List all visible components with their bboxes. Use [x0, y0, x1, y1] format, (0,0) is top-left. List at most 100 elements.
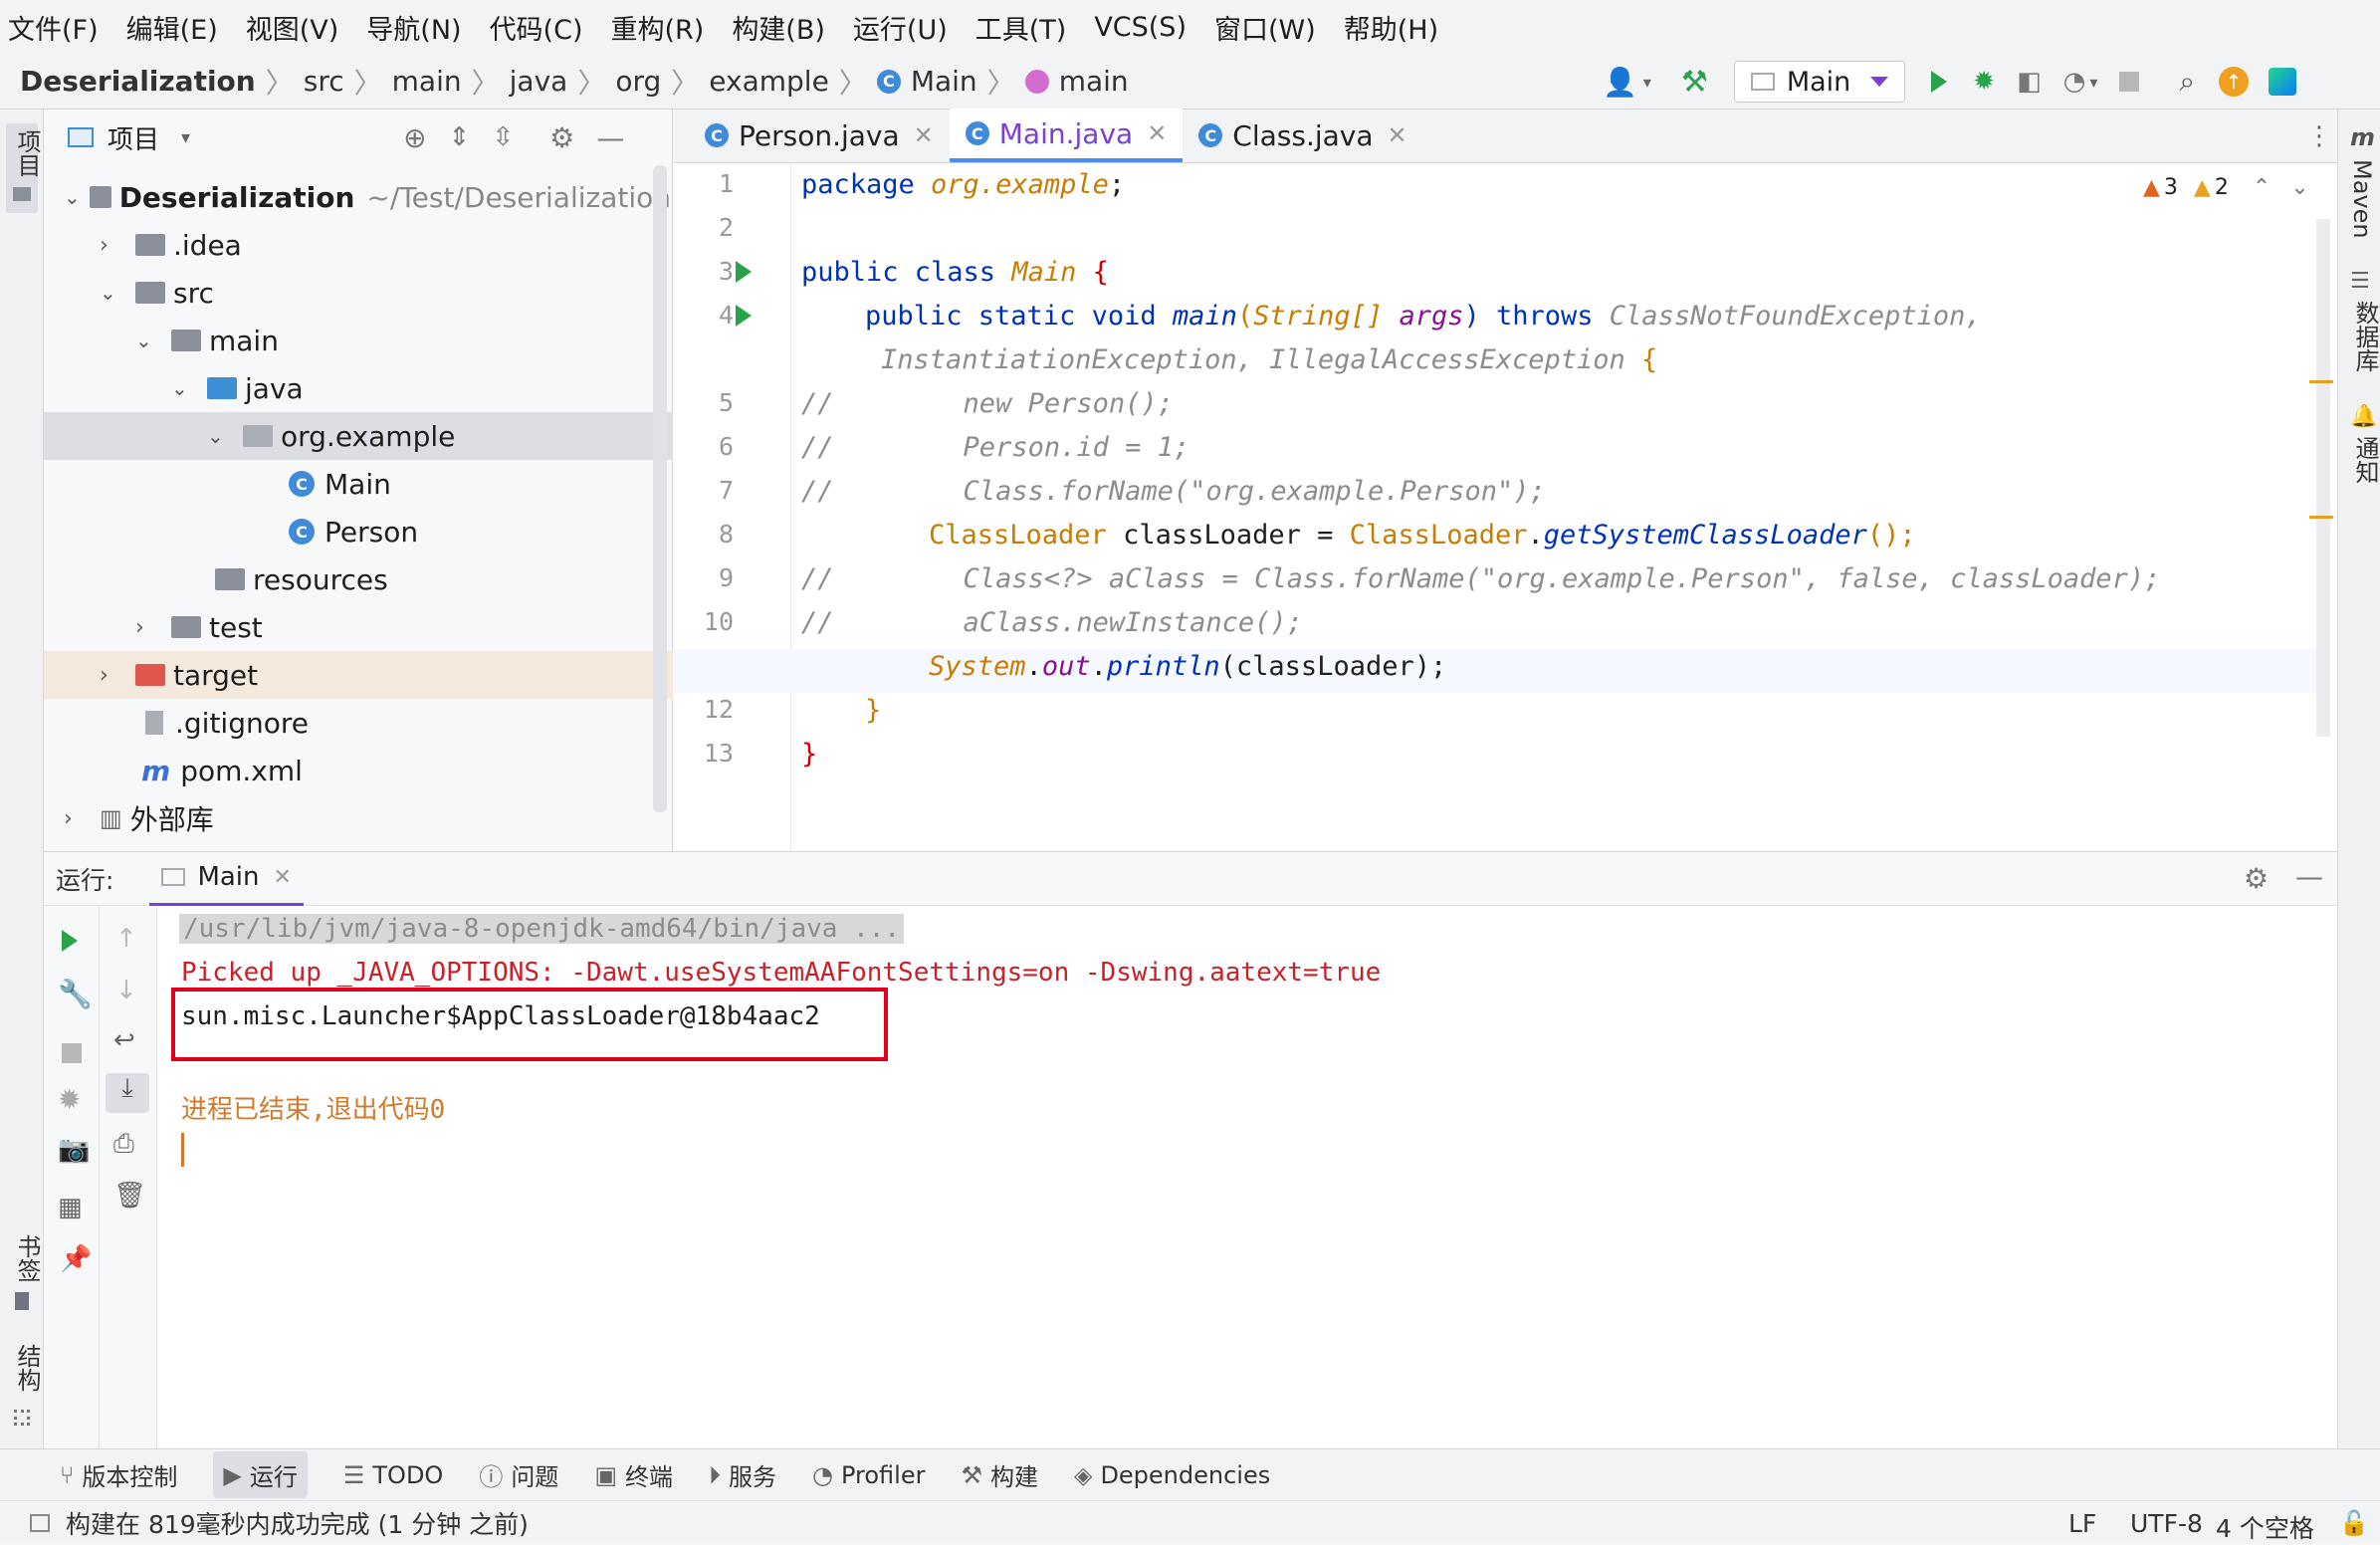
tab-terminal[interactable]: ▣ 终端: [594, 1457, 673, 1492]
tree-item-idea[interactable]: › .idea: [100, 221, 707, 269]
search-icon[interactable]: ⌕: [2179, 65, 2195, 99]
chevron-right-icon[interactable]: ›: [100, 233, 135, 258]
code-line-9[interactable]: // Class<?> aClass = Class.forName("org.…: [801, 563, 2160, 594]
tree-item-external-libs[interactable]: › ▥ 外部库: [64, 794, 671, 842]
close-icon[interactable]: ✕: [914, 121, 934, 149]
code-line-11[interactable]: System.out.println(classLoader);: [929, 651, 1446, 682]
project-tool-button[interactable]: 项目: [6, 123, 41, 213]
menu-edit[interactable]: 编辑(E): [126, 8, 218, 47]
debug-restart-icon[interactable]: ✹: [58, 1083, 81, 1116]
gear-icon[interactable]: ⚙: [549, 121, 574, 154]
tab-class-java[interactable]: C Class.java ✕: [1183, 109, 1422, 162]
run-icon[interactable]: [1931, 71, 1948, 93]
tree-item-target[interactable]: › target: [100, 651, 707, 699]
code-line-1[interactable]: package org.example;: [801, 169, 1125, 200]
code-line-5[interactable]: // new Person();: [801, 388, 1174, 419]
tab-todo[interactable]: ☰ TODO: [343, 1461, 443, 1489]
tab-dependencies[interactable]: ◈ Dependencies: [1074, 1461, 1270, 1489]
line-separator[interactable]: LF: [2068, 1509, 2096, 1538]
chevron-down-icon[interactable]: ▾: [181, 127, 190, 148]
coverage-icon[interactable]: ◧: [2017, 67, 2042, 97]
tree-item-src[interactable]: ⌄ src: [100, 269, 707, 317]
menu-build[interactable]: 构建(B): [732, 8, 825, 47]
chevron-down-icon[interactable]: ▾: [2089, 73, 2097, 92]
layout-icon[interactable]: ▦: [58, 1193, 83, 1222]
chevron-down-icon[interactable]: ⌄: [100, 281, 135, 305]
rerun-icon[interactable]: [62, 930, 78, 952]
chevron-down-icon[interactable]: ⌄: [135, 329, 171, 352]
chevron-right-icon[interactable]: ›: [64, 806, 100, 831]
menu-file[interactable]: 文件(F): [8, 8, 99, 47]
menu-code[interactable]: 代码(C): [490, 8, 583, 47]
run-gutter-icon[interactable]: [736, 305, 752, 327]
tab-version-control[interactable]: ⑂ 版本控制: [60, 1457, 177, 1492]
more-tabs-icon[interactable]: ⋮: [2306, 121, 2332, 151]
code-line-12[interactable]: }: [865, 695, 881, 726]
menu-help[interactable]: 帮助(H): [1344, 8, 1438, 47]
stop-icon[interactable]: [2119, 72, 2140, 92]
tab-profiler[interactable]: ◔ Profiler: [812, 1461, 925, 1489]
wrench-icon[interactable]: 🔧: [58, 978, 93, 1010]
close-icon[interactable]: ✕: [274, 865, 292, 890]
breadcrumb-java[interactable]: java: [510, 65, 568, 98]
warning-stripe[interactable]: [2309, 380, 2333, 383]
update-icon[interactable]: ↑: [2219, 67, 2250, 97]
run-gutter-icon[interactable]: [736, 261, 752, 283]
tree-item-main[interactable]: ⌄ main: [135, 317, 743, 364]
warning-stripe[interactable]: [2309, 516, 2333, 519]
breadcrumb-src[interactable]: src: [304, 65, 344, 98]
locate-icon[interactable]: ⊕: [403, 121, 426, 154]
gear-icon[interactable]: ⚙: [2244, 862, 2269, 895]
run-config-select[interactable]: Main: [1733, 61, 1906, 103]
menu-window[interactable]: 窗口(W): [1214, 8, 1316, 47]
user-icon[interactable]: 👤: [1603, 66, 1637, 99]
tab-main-java[interactable]: C Main.java ✕: [949, 109, 1184, 162]
breadcrumb-method[interactable]: main: [1059, 65, 1129, 98]
run-tab-main[interactable]: Main ✕: [149, 852, 304, 906]
arrow-up-icon[interactable]: ↑: [115, 924, 137, 954]
stop-icon[interactable]: [62, 1043, 82, 1063]
scroll-to-end-icon[interactable]: ⤓: [106, 1073, 149, 1113]
structure-tool-button[interactable]: 结构: [6, 1344, 41, 1434]
tab-person-java[interactable]: C Person.java ✕: [689, 109, 950, 162]
minimize-icon[interactable]: —: [596, 121, 624, 154]
arrow-down-icon[interactable]: ↓: [115, 976, 137, 1005]
breadcrumb-org[interactable]: org: [615, 65, 661, 98]
chevron-down-icon[interactable]: ⌄: [171, 376, 207, 400]
status-message[interactable]: 构建在 819毫秒内成功完成 (1 分钟 之前): [66, 1505, 529, 1541]
code-line-6[interactable]: // Person.id = 1;: [801, 432, 1190, 463]
editor-scrollbar[interactable]: [2316, 219, 2330, 737]
console-command-line[interactable]: /usr/lib/jvm/java-8-openjdk-amd64/bin/ja…: [179, 914, 905, 944]
profile-icon[interactable]: ◔: [2063, 67, 2086, 97]
tab-build[interactable]: ⚒ 构建: [961, 1457, 1038, 1492]
project-scrollbar[interactable]: [653, 165, 667, 812]
chevron-right-icon[interactable]: ›: [100, 663, 135, 688]
database-tool-button[interactable]: ☰ 数据库: [2344, 269, 2379, 378]
chevron-right-icon[interactable]: ›: [135, 615, 171, 640]
code-line-8[interactable]: ClassLoader classLoader = ClassLoader.ge…: [929, 520, 1916, 551]
lock-icon[interactable]: 🔓: [2339, 1509, 2369, 1537]
tree-item-root[interactable]: ⌄ Deserialization ~/Test/Deserialization: [64, 173, 671, 221]
menu-tools[interactable]: 工具(T): [975, 8, 1067, 47]
camera-icon[interactable]: 📷: [58, 1135, 90, 1165]
breadcrumb-main[interactable]: main: [392, 65, 462, 98]
breadcrumb-class[interactable]: Main: [911, 65, 977, 98]
code-line-10[interactable]: // aClass.newInstance();: [801, 607, 1303, 638]
tab-problems[interactable]: ⓘ 问题: [479, 1457, 558, 1492]
inspection-widget[interactable]: ▲ 3 ▲ 2 ⌃ ⌄: [2143, 175, 2309, 200]
menu-run[interactable]: 运行(U): [853, 8, 948, 47]
code-line-13[interactable]: }: [801, 739, 817, 770]
toggle-tool-windows-icon[interactable]: [30, 1513, 50, 1532]
close-icon[interactable]: ✕: [1388, 121, 1407, 149]
chevron-down-icon[interactable]: ⌄: [207, 424, 243, 448]
tab-services[interactable]: ⏵ 服务: [709, 1457, 776, 1492]
code-line-7[interactable]: // Class.forName("org.example.Person");: [801, 476, 1546, 507]
chevron-down-icon[interactable]: ⌄: [2290, 175, 2308, 200]
menu-view[interactable]: 视图(V): [246, 8, 339, 47]
menu-refactor[interactable]: 重构(R): [610, 8, 704, 47]
breadcrumb-project[interactable]: Deserialization: [20, 65, 256, 98]
code-line-4[interactable]: public static void main(String[] args) t…: [865, 301, 1982, 331]
bookmarks-tool-button[interactable]: 书签: [6, 1234, 41, 1314]
chevron-up-icon[interactable]: ⌃: [2253, 175, 2271, 200]
tab-run[interactable]: ▶ 运行: [213, 1451, 308, 1498]
